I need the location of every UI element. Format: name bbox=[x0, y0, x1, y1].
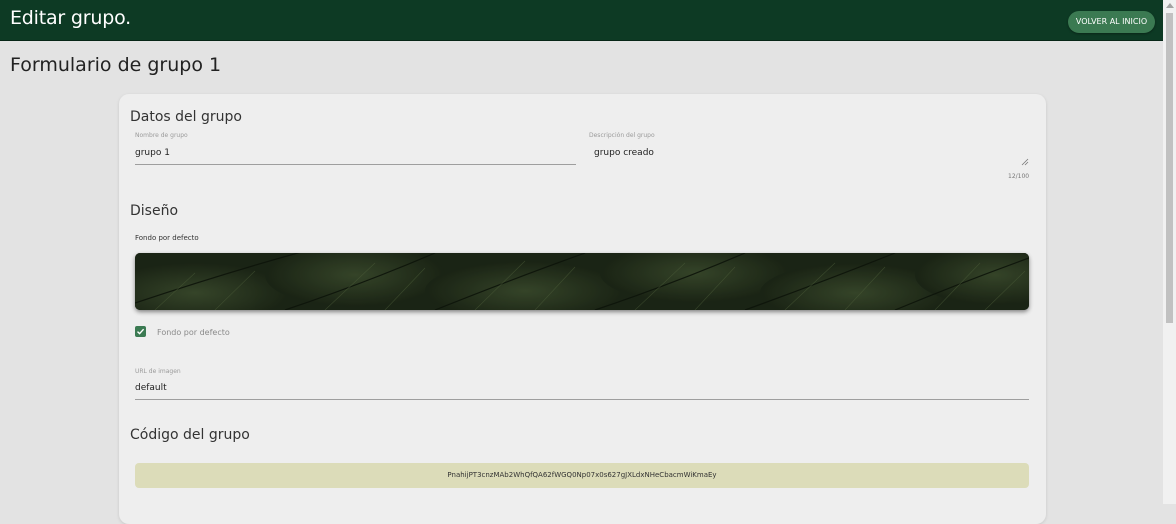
app-title: Editar grupo. bbox=[10, 7, 131, 29]
group-data-heading: Datos del grupo bbox=[130, 109, 242, 125]
group-form-card: Datos del grupo Nombre de grupo grupo 1 … bbox=[119, 94, 1046, 524]
group-name-input[interactable]: grupo 1 bbox=[135, 148, 170, 158]
description-char-counter: 12/100 bbox=[1008, 173, 1030, 180]
group-name-label: Nombre de grupo bbox=[135, 132, 188, 139]
group-code-heading: Código del grupo bbox=[130, 427, 250, 443]
background-preview-image bbox=[135, 253, 1029, 310]
image-url-label: URL de imagen bbox=[135, 368, 181, 375]
scroll-up-icon[interactable] bbox=[1166, 3, 1174, 8]
scrollbar-thumb[interactable] bbox=[1166, 13, 1173, 323]
default-background-checkbox[interactable] bbox=[135, 326, 146, 337]
checkmark-icon bbox=[137, 328, 145, 335]
image-url-underline bbox=[135, 399, 1029, 400]
app-header: Editar grupo. VOLVER AL INICIO bbox=[0, 0, 1163, 41]
page-title: Formulario de grupo 1 bbox=[10, 54, 222, 76]
design-heading: Diseño bbox=[130, 203, 179, 219]
group-name-underline bbox=[135, 164, 576, 165]
leaf-texture-image bbox=[135, 253, 1029, 310]
resize-handle-icon[interactable] bbox=[1021, 158, 1029, 166]
group-description-label: Descripción del grupo bbox=[589, 132, 655, 139]
image-url-input[interactable]: default bbox=[135, 383, 167, 393]
default-background-label: Fondo por defecto bbox=[135, 234, 199, 242]
scrollbar[interactable] bbox=[1163, 0, 1176, 504]
group-description-textarea[interactable]: grupo creado bbox=[594, 148, 654, 158]
back-to-home-button[interactable]: VOLVER AL INICIO bbox=[1068, 11, 1155, 33]
default-background-checkbox-label[interactable]: Fondo por defecto bbox=[157, 328, 230, 337]
group-code-value: PnahijPT3cnzMAb2WhQfQA62fWGQ0Np07x0s627g… bbox=[135, 463, 1029, 488]
